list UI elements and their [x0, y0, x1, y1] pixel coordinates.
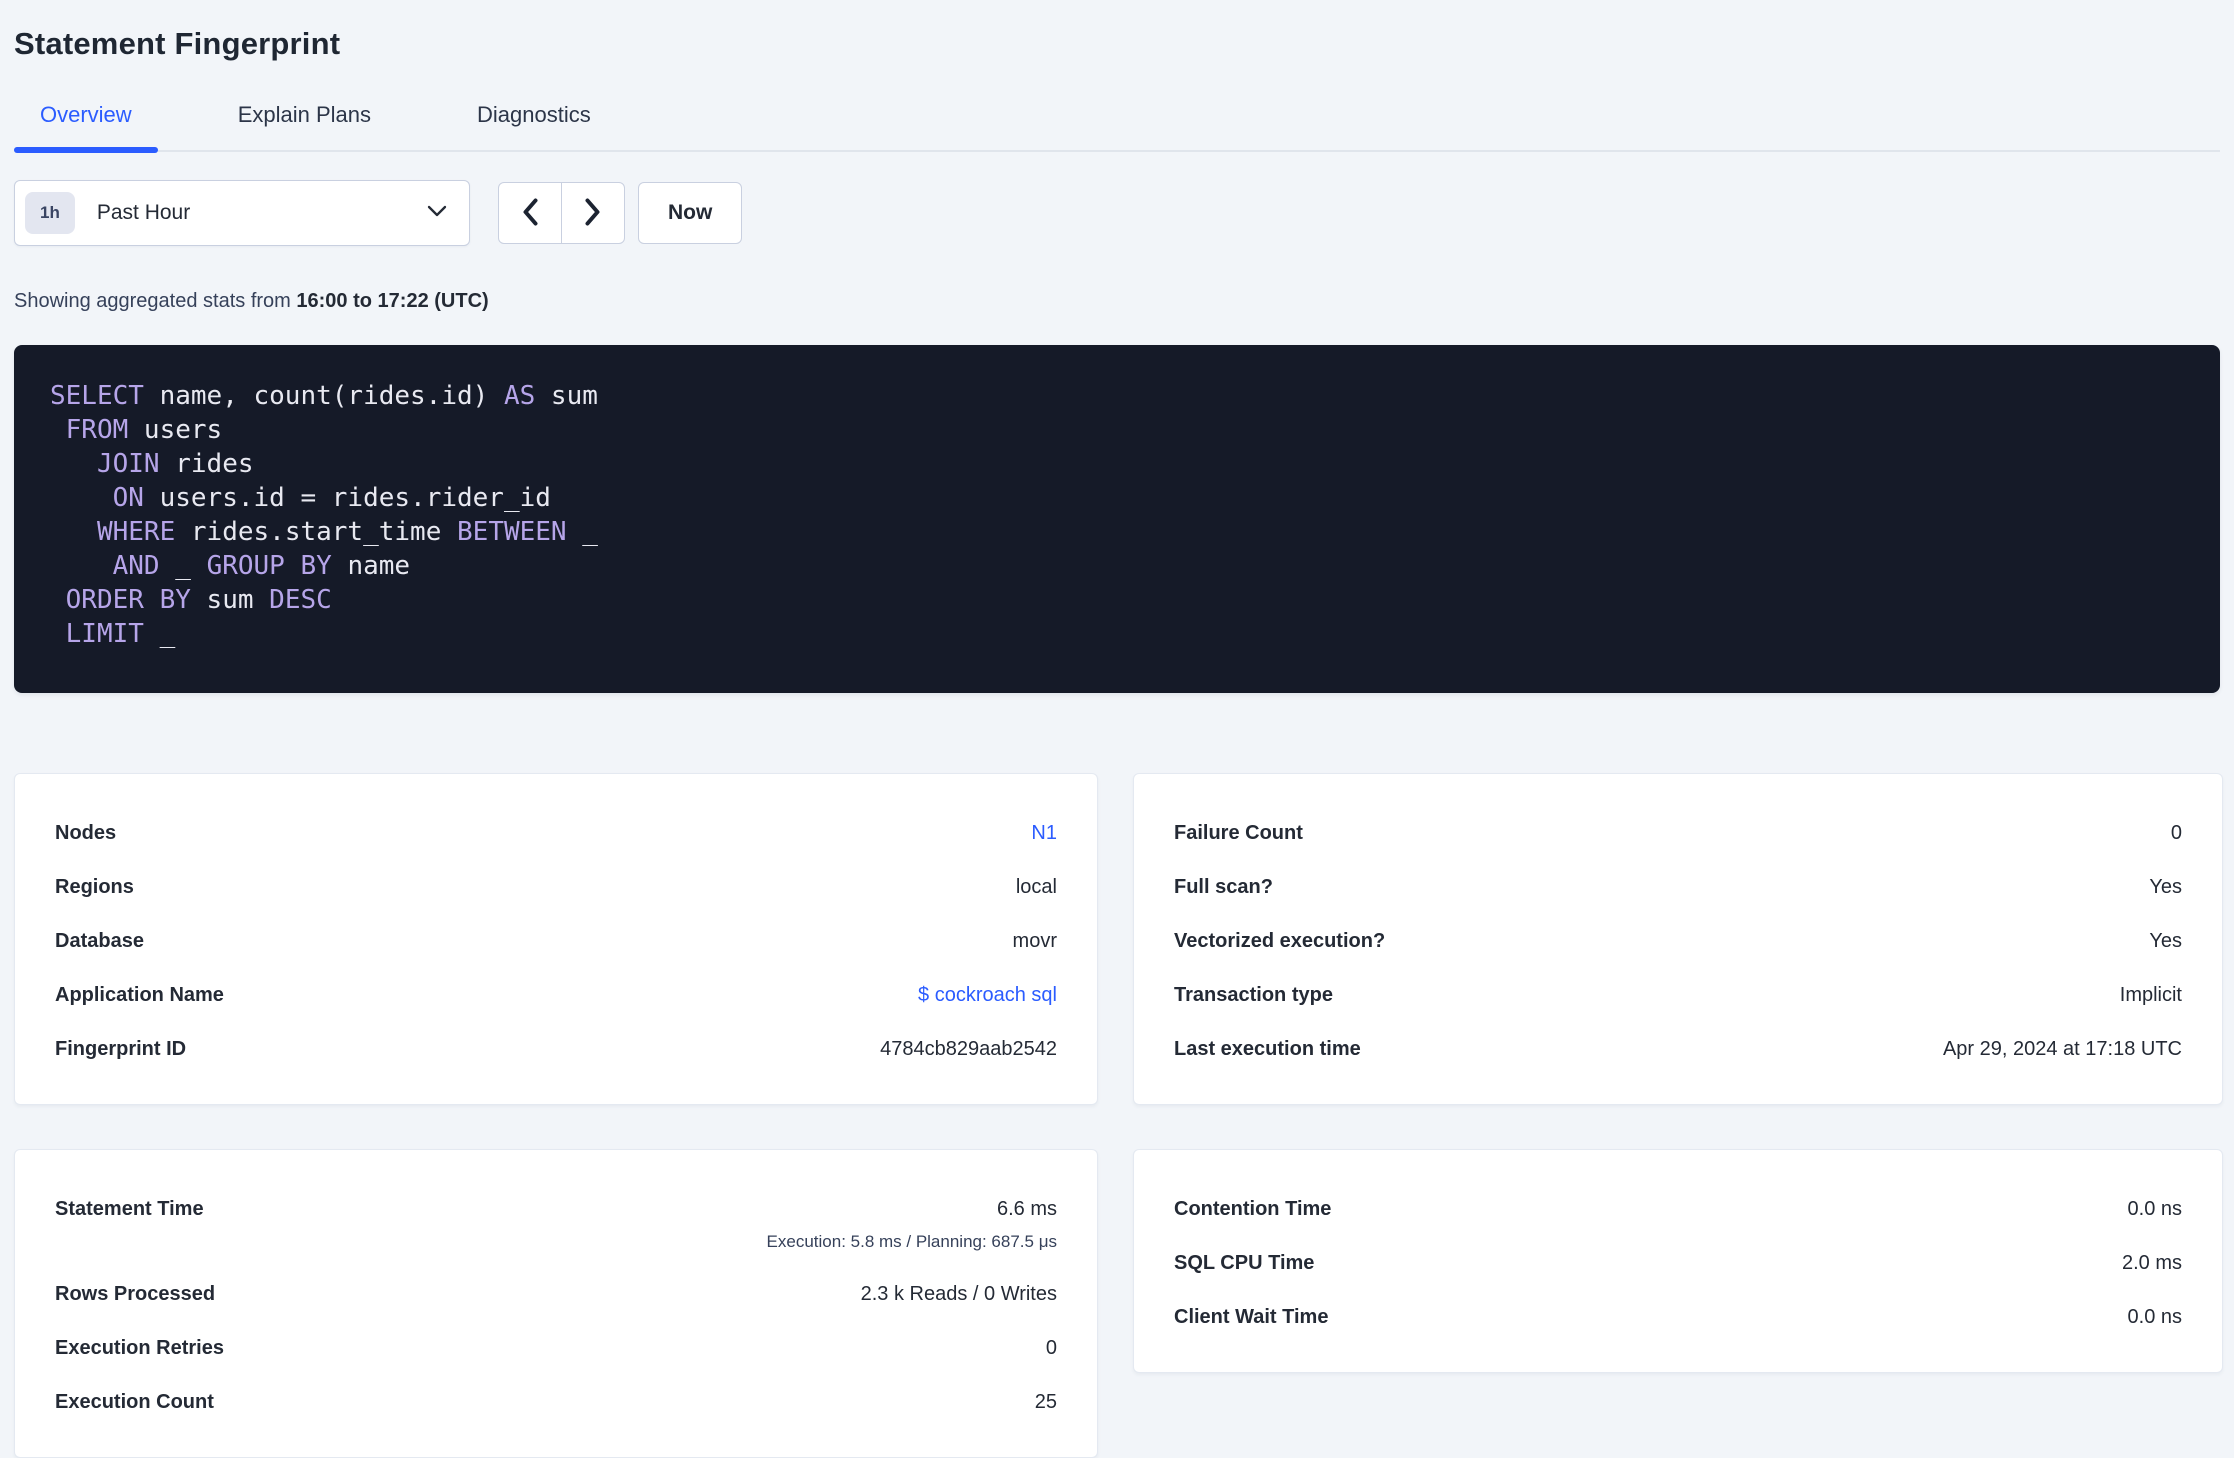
stat-row-execution-retries: Execution Retries 0 — [55, 1335, 1057, 1361]
stat-row-application-name: Application Name $ cockroach sql — [55, 982, 1057, 1008]
tab-explain-plans[interactable]: Explain Plans — [212, 102, 397, 150]
vectorized-execution-value: Yes — [2149, 930, 2182, 952]
execution-count-label: Execution Count — [55, 1391, 214, 1413]
nodes-label: Nodes — [55, 822, 117, 844]
sql-line: SELECT name, count(rides.id) AS sum — [50, 381, 598, 411]
client-wait-time-label: Client Wait Time — [1174, 1306, 1329, 1328]
sql-statement-box: SELECT name, count(rides.id) AS sum FROM… — [14, 345, 2220, 693]
sql-cpu-time-value: 2.0 ms — [2121, 1252, 2182, 1274]
next-range-button[interactable] — [562, 183, 624, 243]
overview-cards: Nodes N1 Regions local Database movr Applicati… — [14, 773, 2223, 1458]
failure-count-value: 0 — [2170, 822, 2182, 844]
fingerprint-id-value: 4784cb829aab2542 — [880, 1038, 1057, 1060]
stat-row-nodes: Nodes N1 — [55, 820, 1057, 846]
rows-processed-value: 2.3 k Reads / 0 Writes — [860, 1283, 1057, 1305]
time-range-dropdown[interactable]: 1h Past Hour — [14, 180, 470, 246]
now-button[interactable]: Now — [638, 182, 743, 244]
tab-overview[interactable]: Overview — [14, 102, 158, 153]
database-value: movr — [1012, 930, 1057, 952]
execution-count-value: 25 — [1034, 1391, 1057, 1413]
stat-row-failure-count: Failure Count 0 — [1174, 820, 2182, 846]
transaction-type-value: Implicit — [2119, 984, 2182, 1006]
stat-row-regions: Regions local — [55, 874, 1057, 900]
stat-row-client-wait-time: Client Wait Time 0.0 ns — [1174, 1304, 2182, 1330]
fingerprint-id-label: Fingerprint ID — [55, 1038, 187, 1060]
full-scan-value: Yes — [2149, 876, 2182, 898]
stat-row-sql-cpu-time: SQL CPU Time 2.0 ms — [1174, 1250, 2182, 1276]
regions-label: Regions — [55, 876, 134, 898]
stat-row-last-execution-time: Last execution time Apr 29, 2024 at 17:18… — [1174, 1036, 2182, 1062]
stat-row-fingerprint-id: Fingerprint ID 4784cb829aab2542 — [55, 1036, 1057, 1062]
application-name-value[interactable]: $ cockroach sql — [918, 984, 1057, 1006]
card-timing-stats: Contention Time 0.0 ns SQL CPU Time 2.0 ms C… — [1133, 1149, 2223, 1373]
last-execution-time-label: Last execution time — [1174, 1038, 1361, 1060]
stat-row-rows-processed: Rows Processed 2.3 k Reads / 0 Writes — [55, 1281, 1057, 1307]
failure-count-label: Failure Count — [1174, 822, 1303, 844]
stat-row-statement-time: Statement Time 6.6 ms Execution: 5.8 ms / … — [55, 1196, 1057, 1253]
statement-time-label: Statement Time — [55, 1198, 204, 1220]
regions-value: local — [1015, 876, 1057, 898]
contention-time-label: Contention Time — [1174, 1198, 1332, 1220]
contention-time-value: 0.0 ns — [2127, 1198, 2182, 1220]
stat-row-full-scan: Full scan? Yes — [1174, 874, 2182, 900]
card-statement-details: Nodes N1 Regions local Database movr Applicati… — [14, 773, 1098, 1105]
sql-cpu-time-label: SQL CPU Time — [1174, 1252, 1315, 1274]
sql-line: ORDER BY sum DESC — [65, 585, 332, 615]
stat-row-execution-count: Execution Count 25 — [55, 1389, 1057, 1415]
statement-time-sub-value: Execution: 5.8 ms / Planning: 687.5 μs — [766, 1232, 1057, 1251]
full-scan-label: Full scan? — [1174, 876, 1273, 898]
client-wait-time-value: 0.0 ns — [2127, 1306, 2182, 1328]
stat-row-transaction-type: Transaction type Implicit — [1174, 982, 2182, 1008]
sql-line: AND _ GROUP BY name — [112, 551, 411, 581]
statement-time-value: 6.6 ms — [996, 1198, 1057, 1220]
sql-line: LIMIT _ — [65, 619, 176, 649]
sql-line: JOIN rides — [96, 449, 254, 479]
tab-diagnostics[interactable]: Diagnostics — [451, 102, 617, 150]
time-range-label: Past Hour — [96, 201, 191, 224]
nodes-value[interactable]: N1 — [1031, 822, 1057, 844]
execution-retries-value: 0 — [1045, 1337, 1057, 1359]
previous-range-button[interactable] — [499, 183, 562, 243]
sql-statement-code: SELECT name, count(rides.id) AS sum FROM… — [50, 379, 2184, 651]
aggregation-note-range: 16:00 to 17:22 (UTC) — [296, 290, 489, 312]
card-statement-stats: Statement Time 6.6 ms Execution: 5.8 ms / … — [14, 1149, 1098, 1458]
range-step-group — [498, 182, 625, 244]
sql-line: ON users.id = rides.rider_id — [112, 483, 551, 513]
stat-row-database: Database movr — [55, 928, 1057, 954]
time-toolbar: 1h Past Hour Now — [14, 180, 2220, 246]
statement-fingerprint-page: Statement Fingerprint Overview Explain P… — [0, 0, 2234, 1458]
rows-processed-label: Rows Processed — [55, 1283, 216, 1305]
last-execution-time-value: Apr 29, 2024 at 17:18 UTC — [1942, 1038, 2182, 1060]
vectorized-execution-label: Vectorized execution? — [1174, 930, 1386, 952]
application-name-label: Application Name — [55, 984, 224, 1006]
tab-bar: Overview Explain Plans Diagnostics — [14, 102, 2220, 153]
chevron-left-icon — [521, 197, 539, 230]
card-execution-attributes: Failure Count 0 Full scan? Yes Vectorized ex… — [1133, 773, 2223, 1105]
chevron-down-icon — [427, 204, 447, 222]
page-title: Statement Fingerprint — [14, 26, 341, 61]
database-label: Database — [55, 930, 144, 952]
stat-row-contention-time: Contention Time 0.0 ns — [1174, 1196, 2182, 1222]
chevron-right-icon — [584, 197, 602, 230]
transaction-type-label: Transaction type — [1174, 984, 1333, 1006]
sql-line: WHERE rides.start_time BETWEEN _ — [96, 517, 598, 547]
time-range-badge: 1h — [25, 192, 75, 234]
stat-row-vectorized-execution: Vectorized execution? Yes — [1174, 928, 2182, 954]
execution-retries-label: Execution Retries — [55, 1337, 224, 1359]
sql-line: FROM users — [65, 415, 223, 445]
aggregation-note: Showing aggregated stats from 16:00 to 1… — [14, 290, 2220, 313]
aggregation-note-prefix: Showing aggregated stats from — [14, 290, 297, 312]
